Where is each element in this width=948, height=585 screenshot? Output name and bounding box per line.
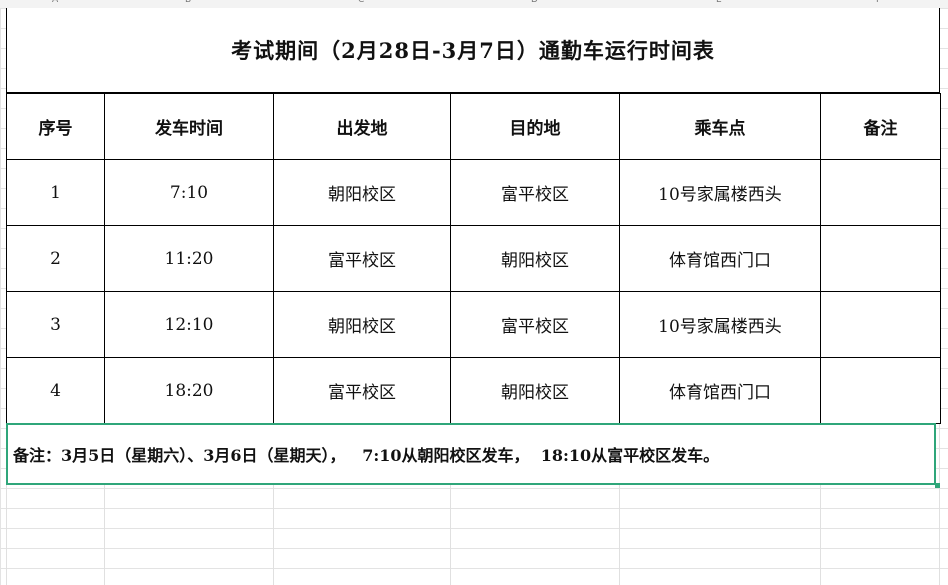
header-time[interactable]: 发车时间 xyxy=(104,93,274,160)
cell-origin[interactable]: 富平校区 xyxy=(273,225,451,292)
table-row: 1 7:10 朝阳校区 富平校区 10号家属楼西头 xyxy=(6,159,941,226)
cell-destination[interactable]: 富平校区 xyxy=(450,159,620,226)
cell-destination[interactable]: 朝阳校区 xyxy=(450,225,620,292)
cell-no[interactable]: 3 xyxy=(6,291,105,358)
table-row: 2 11:20 富平校区 朝阳校区 体育馆西门口 xyxy=(6,225,941,292)
header-stop[interactable]: 乘车点 xyxy=(619,93,821,160)
column-letter-c[interactable]: C xyxy=(358,0,364,5)
header-row: 序号 发车时间 出发地 目的地 乘车点 备注 xyxy=(6,93,941,160)
schedule-title-cell[interactable]: 考试期间（2月28日-3月7日）通勤车运行时间表 xyxy=(6,8,940,93)
column-letter-a[interactable]: A xyxy=(52,0,58,5)
note-text: 备注：3月5日（星期六）、3月6日（星期天）， 7:10从朝阳校区发车， 18:… xyxy=(13,446,720,465)
fill-handle[interactable] xyxy=(935,483,940,488)
cell-origin[interactable]: 富平校区 xyxy=(273,357,451,424)
cell-remark[interactable] xyxy=(820,357,941,424)
cell-destination[interactable]: 朝阳校区 xyxy=(450,357,620,424)
cell-stop[interactable]: 体育馆西门口 xyxy=(619,357,821,424)
schedule-title: 考试期间（2月28日-3月7日）通勤车运行时间表 xyxy=(231,38,715,63)
cell-time[interactable]: 18:20 xyxy=(104,357,274,424)
table-row: 4 18:20 富平校区 朝阳校区 体育馆西门口 xyxy=(6,357,941,424)
cell-time[interactable]: 7:10 xyxy=(104,159,274,226)
cell-remark[interactable] xyxy=(820,159,941,226)
cell-stop[interactable]: 10号家属楼西头 xyxy=(619,291,821,358)
cell-time[interactable]: 11:20 xyxy=(104,225,274,292)
table-row: 3 12:10 朝阳校区 富平校区 10号家属楼西头 xyxy=(6,291,941,358)
schedule-sheet: 考试期间（2月28日-3月7日）通勤车运行时间表 序号 发车时间 出发地 目的地… xyxy=(6,8,941,424)
cell-destination[interactable]: 富平校区 xyxy=(450,291,620,358)
note-cell-selected[interactable]: 备注：3月5日（星期六）、3月6日（星期天）， 7:10从朝阳校区发车， 18:… xyxy=(6,423,936,485)
cell-stop[interactable]: 体育馆西门口 xyxy=(619,225,821,292)
cell-no[interactable]: 1 xyxy=(6,159,105,226)
cell-time[interactable]: 12:10 xyxy=(104,291,274,358)
schedule-table: 序号 发车时间 出发地 目的地 乘车点 备注 1 7:10 朝阳校区 富平校区 … xyxy=(6,93,941,424)
cell-remark[interactable] xyxy=(820,225,941,292)
header-remark[interactable]: 备注 xyxy=(820,93,941,160)
column-letter-d[interactable]: D xyxy=(531,0,538,5)
cell-origin[interactable]: 朝阳校区 xyxy=(273,291,451,358)
cell-no[interactable]: 2 xyxy=(6,225,105,292)
cell-stop[interactable]: 10号家属楼西头 xyxy=(619,159,821,226)
column-letter-b[interactable]: B xyxy=(185,0,191,5)
header-origin[interactable]: 出发地 xyxy=(273,93,451,160)
cell-no[interactable]: 4 xyxy=(6,357,105,424)
cell-remark[interactable] xyxy=(820,291,941,358)
column-letter-e[interactable]: E xyxy=(716,0,722,5)
header-destination[interactable]: 目的地 xyxy=(450,93,620,160)
cell-origin[interactable]: 朝阳校区 xyxy=(273,159,451,226)
header-no[interactable]: 序号 xyxy=(6,93,105,160)
column-letter-f[interactable]: F xyxy=(876,0,881,5)
